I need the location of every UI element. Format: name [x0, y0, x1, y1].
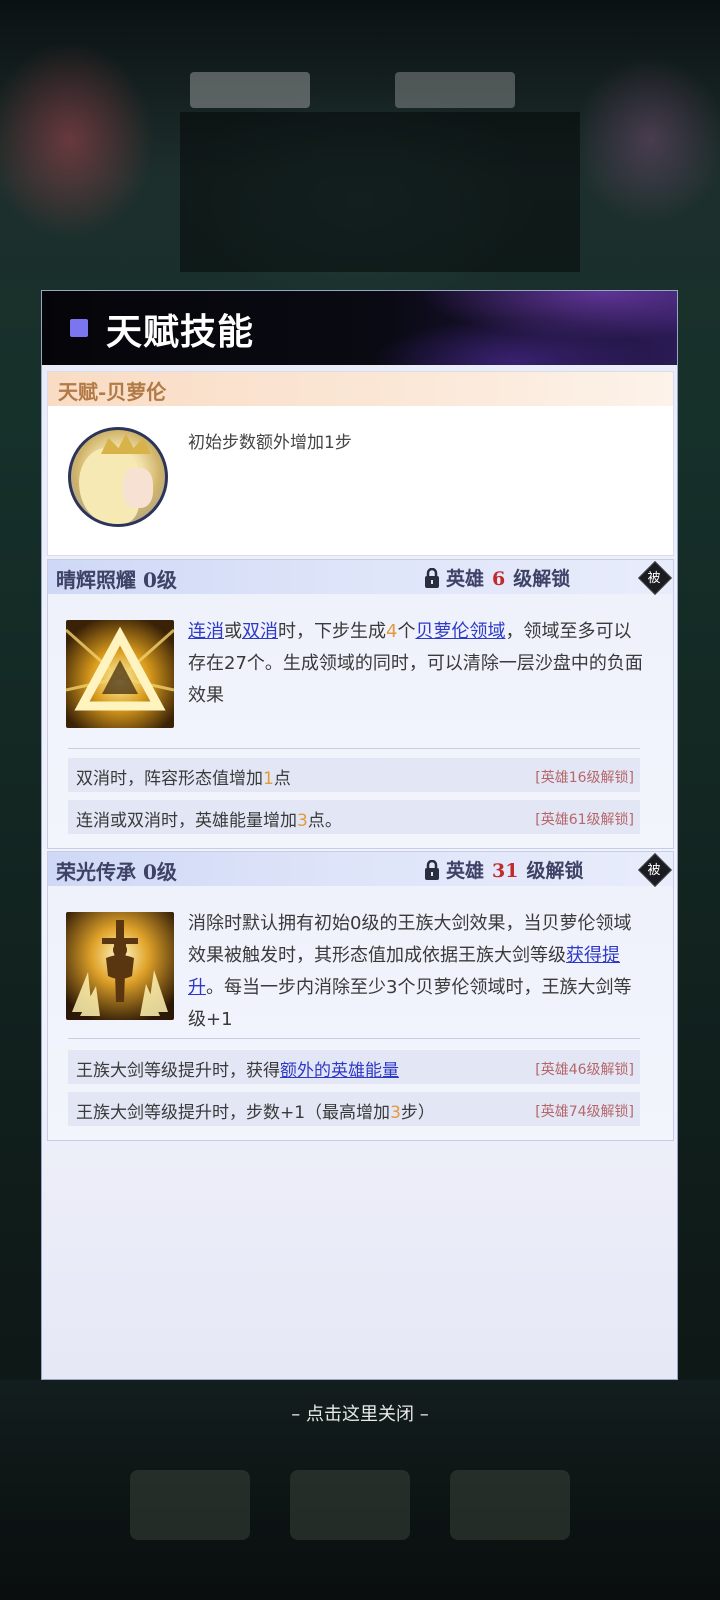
- domain-link[interactable]: 贝萝伦领域: [415, 621, 505, 642]
- talent-description: 初始步数额外增加1步: [188, 433, 352, 453]
- combo-link[interactable]: 连消: [188, 621, 224, 642]
- double-link[interactable]: 双消: [242, 621, 278, 642]
- bonus-text: 王族大剑等级提升时，步数+1（最高增加3步）: [76, 1103, 435, 1123]
- backdrop-bar: [190, 72, 310, 108]
- extra-energy-link[interactable]: 额外的英雄能量: [280, 1061, 399, 1081]
- skill-header: 荣光传承 0级 英雄 31 级解锁 被: [48, 852, 673, 887]
- unlock-tag: [英雄74级解锁]: [535, 1104, 634, 1120]
- bonus-row: 王族大剑等级提升时，步数+1（最高增加3步） [英雄74级解锁]: [68, 1092, 640, 1126]
- passive-badge: 被: [638, 561, 672, 595]
- skill-header: 晴辉照耀 0级 英雄 6 级解锁 被: [48, 560, 673, 595]
- divider: [68, 1038, 640, 1039]
- backdrop-board: [180, 112, 580, 272]
- talent-skill-panel: 天赋技能 天赋-贝萝伦 初始步数额外增加1步 晴辉照耀 0级 英雄 6 级解锁 被: [41, 290, 678, 1380]
- unlock-requirement: 英雄 6 级解锁: [424, 564, 570, 591]
- skill-description: 消除时默认拥有初始0级的王族大剑效果，当贝萝伦领域效果被触发时，其形态值加成依据…: [188, 913, 632, 1030]
- skill-name: 荣光传承 0级: [56, 860, 177, 884]
- skill-card: 晴辉照耀 0级 英雄 6 级解锁 被 连消或双消时，下步生成4个贝萝伦领域，领域…: [47, 559, 674, 849]
- unlock-tag: [英雄46级解锁]: [535, 1062, 634, 1078]
- skill-name: 晴辉照耀 0级: [56, 568, 177, 592]
- unlock-tag: [英雄61级解锁]: [535, 812, 634, 828]
- bonus-text: 连消或双消时，英雄能量增加3点。: [76, 811, 342, 831]
- close-button[interactable]: – 点击这里关闭 –: [0, 1400, 720, 1426]
- bonus-row: 双消时，阵容形态值增加1点 [英雄16级解锁]: [68, 758, 640, 792]
- passive-badge: 被: [638, 853, 672, 887]
- panel-header: 天赋技能: [42, 291, 677, 365]
- panel-title: 天赋技能: [106, 311, 255, 353]
- header-square-icon: [70, 319, 88, 337]
- bonus-row: 王族大剑等级提升时，获得额外的英雄能量 [英雄46级解锁]: [68, 1050, 640, 1084]
- backdrop-slot: [450, 1470, 570, 1540]
- lock-icon: [425, 568, 439, 588]
- hero-avatar: [68, 427, 168, 527]
- skill-card: 荣光传承 0级 英雄 31 级解锁 被 消除时默认拥有初始0级的王族大剑效果，当…: [47, 851, 674, 1141]
- lock-icon: [425, 860, 439, 880]
- unlock-requirement: 英雄 31 级解锁: [424, 856, 583, 883]
- talent-section: 天赋-贝萝伦 初始步数额外增加1步: [47, 371, 674, 556]
- divider: [68, 748, 640, 749]
- bonus-text: 双消时，阵容形态值增加1点: [76, 769, 291, 789]
- backdrop-slot: [130, 1470, 250, 1540]
- backdrop-bar: [395, 72, 515, 108]
- radiance-skill-icon: [66, 620, 174, 728]
- backdrop-slot: [290, 1470, 410, 1540]
- bonus-text: 王族大剑等级提升时，获得额外的英雄能量: [76, 1061, 399, 1081]
- unlock-tag: [英雄16级解锁]: [535, 770, 634, 786]
- skill-description: 连消或双消时，下步生成4个贝萝伦领域，领域至多可以存在27个。生成领域的同时，可…: [188, 621, 643, 706]
- greatsword-skill-icon: [66, 912, 174, 1020]
- talent-title: 天赋-贝萝伦: [58, 380, 167, 404]
- bonus-row: 连消或双消时，英雄能量增加3点。 [英雄61级解锁]: [68, 800, 640, 834]
